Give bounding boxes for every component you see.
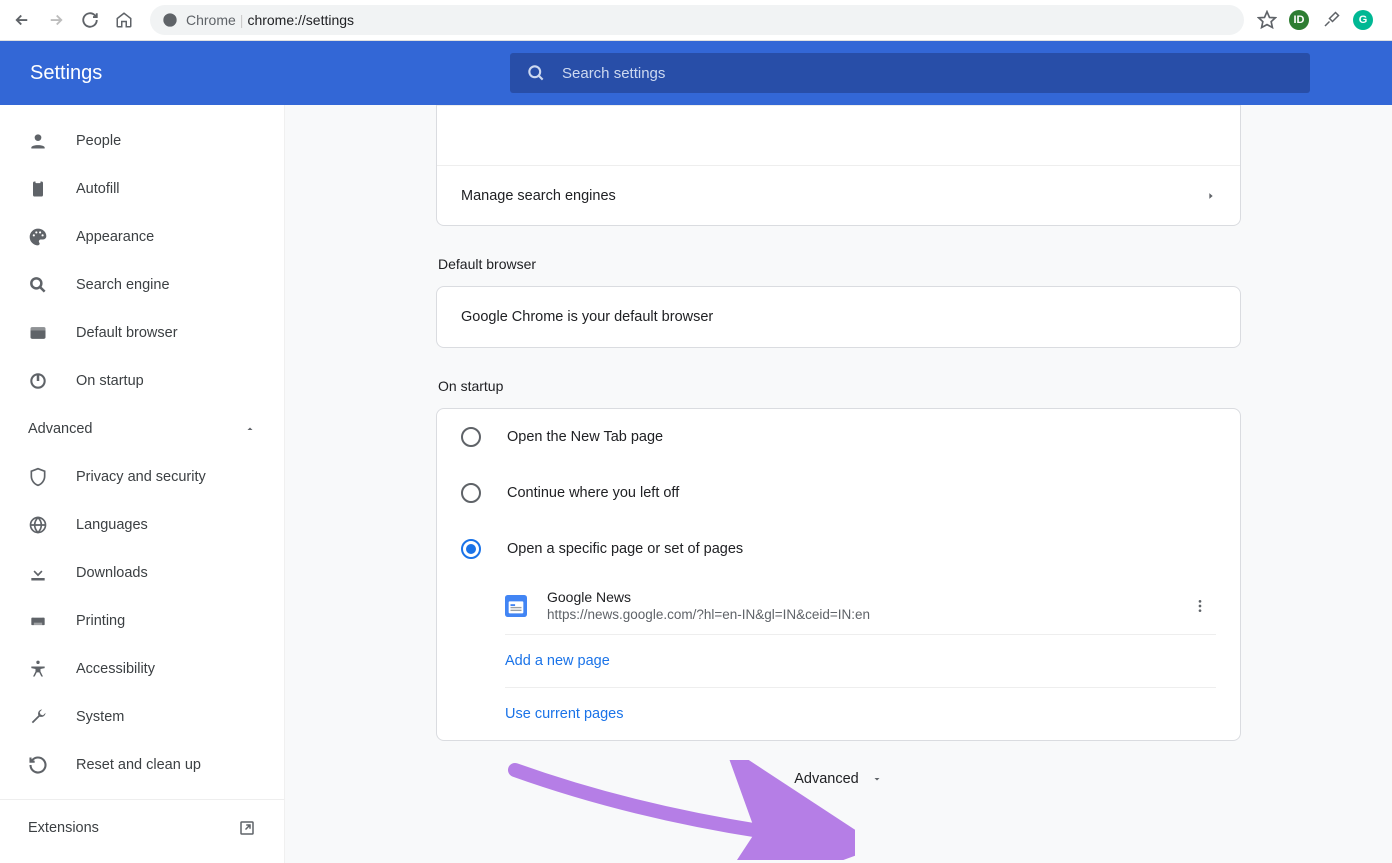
- more-vert-icon[interactable]: [1184, 590, 1216, 622]
- sidebar-item-languages[interactable]: Languages: [0, 501, 284, 549]
- forward-button[interactable]: [42, 6, 70, 34]
- restore-icon: [28, 755, 48, 775]
- startup-option-continue[interactable]: Continue where you left off: [437, 465, 1240, 521]
- sidebar-item-privacy[interactable]: Privacy and security: [0, 453, 284, 501]
- sidebar-item-search-engine[interactable]: Search engine: [0, 261, 284, 309]
- search-icon: [526, 63, 546, 83]
- add-new-page-link[interactable]: Add a new page: [505, 635, 1216, 687]
- person-icon: [28, 131, 48, 151]
- address-bar[interactable]: Chrome|chrome://settings: [150, 5, 1244, 35]
- eyedropper-icon[interactable]: [1320, 9, 1342, 31]
- chevron-down-icon: [871, 773, 883, 785]
- radio-button[interactable]: [461, 427, 481, 447]
- startup-page-item: Google News https://news.google.com/?hl=…: [505, 577, 1216, 634]
- url-text: Chrome|chrome://settings: [186, 12, 354, 28]
- sidebar: People Autofill Appearance Search engine…: [0, 105, 285, 863]
- manage-search-engines-row[interactable]: Manage search engines: [437, 165, 1240, 225]
- search-engine-row-partial[interactable]: [437, 105, 1240, 165]
- power-icon: [28, 371, 48, 391]
- search-engine-card: Manage search engines: [436, 105, 1241, 226]
- sidebar-item-printing[interactable]: Printing: [0, 597, 284, 645]
- shield-icon: [28, 467, 48, 487]
- default-browser-row: Google Chrome is your default browser: [437, 287, 1240, 347]
- palette-icon: [28, 227, 48, 247]
- default-browser-title: Default browser: [438, 256, 1241, 272]
- sidebar-item-autofill[interactable]: Autofill: [0, 165, 284, 213]
- chevron-right-icon: [1206, 191, 1216, 201]
- chevron-up-icon: [244, 423, 256, 435]
- sidebar-item-downloads[interactable]: Downloads: [0, 549, 284, 597]
- settings-header: Settings: [0, 41, 1392, 105]
- favicon-google-news: [505, 595, 527, 617]
- site-info-icon: [162, 12, 178, 28]
- star-icon[interactable]: [1256, 9, 1278, 31]
- settings-title: Settings: [30, 62, 480, 85]
- use-current-pages-link[interactable]: Use current pages: [505, 688, 1216, 740]
- download-icon: [28, 563, 48, 583]
- accessibility-icon: [28, 659, 48, 679]
- on-startup-title: On startup: [438, 378, 1241, 394]
- back-button[interactable]: [8, 6, 36, 34]
- reload-button[interactable]: [76, 6, 104, 34]
- extension-icons: ID G: [1256, 9, 1384, 31]
- wrench-icon: [28, 707, 48, 727]
- sidebar-item-people[interactable]: People: [0, 117, 284, 165]
- extension-button-2[interactable]: G: [1352, 9, 1374, 31]
- sidebar-item-system[interactable]: System: [0, 693, 284, 741]
- sidebar-advanced-toggle[interactable]: Advanced: [0, 405, 284, 453]
- radio-button-selected[interactable]: [461, 539, 481, 559]
- browser-icon: [28, 323, 48, 343]
- page-info: Google News https://news.google.com/?hl=…: [547, 589, 1164, 622]
- sidebar-item-accessibility[interactable]: Accessibility: [0, 645, 284, 693]
- search-input[interactable]: [562, 65, 1294, 82]
- sidebar-item-reset[interactable]: Reset and clean up: [0, 741, 284, 789]
- printer-icon: [28, 611, 48, 631]
- sidebar-item-appearance[interactable]: Appearance: [0, 213, 284, 261]
- extension-button-1[interactable]: ID: [1288, 9, 1310, 31]
- startup-option-newtab[interactable]: Open the New Tab page: [437, 409, 1240, 465]
- radio-button[interactable]: [461, 483, 481, 503]
- on-startup-card: Open the New Tab page Continue where you…: [436, 408, 1241, 741]
- startup-option-specific[interactable]: Open a specific page or set of pages: [437, 521, 1240, 577]
- browser-toolbar: Chrome|chrome://settings ID G: [0, 0, 1392, 41]
- search-icon: [28, 275, 48, 295]
- search-settings-box[interactable]: [510, 53, 1310, 93]
- home-button[interactable]: [110, 6, 138, 34]
- sidebar-extensions[interactable]: Extensions: [0, 800, 284, 856]
- startup-pages-list: Google News https://news.google.com/?hl=…: [505, 577, 1216, 740]
- open-in-new-icon: [238, 819, 256, 837]
- clipboard-icon: [28, 179, 48, 199]
- default-browser-card: Google Chrome is your default browser: [436, 286, 1241, 348]
- globe-icon: [28, 515, 48, 535]
- advanced-toggle-footer[interactable]: Advanced: [436, 771, 1241, 787]
- settings-content: Manage search engines Default browser Go…: [285, 105, 1392, 863]
- sidebar-item-default-browser[interactable]: Default browser: [0, 309, 284, 357]
- sidebar-item-on-startup[interactable]: On startup: [0, 357, 284, 405]
